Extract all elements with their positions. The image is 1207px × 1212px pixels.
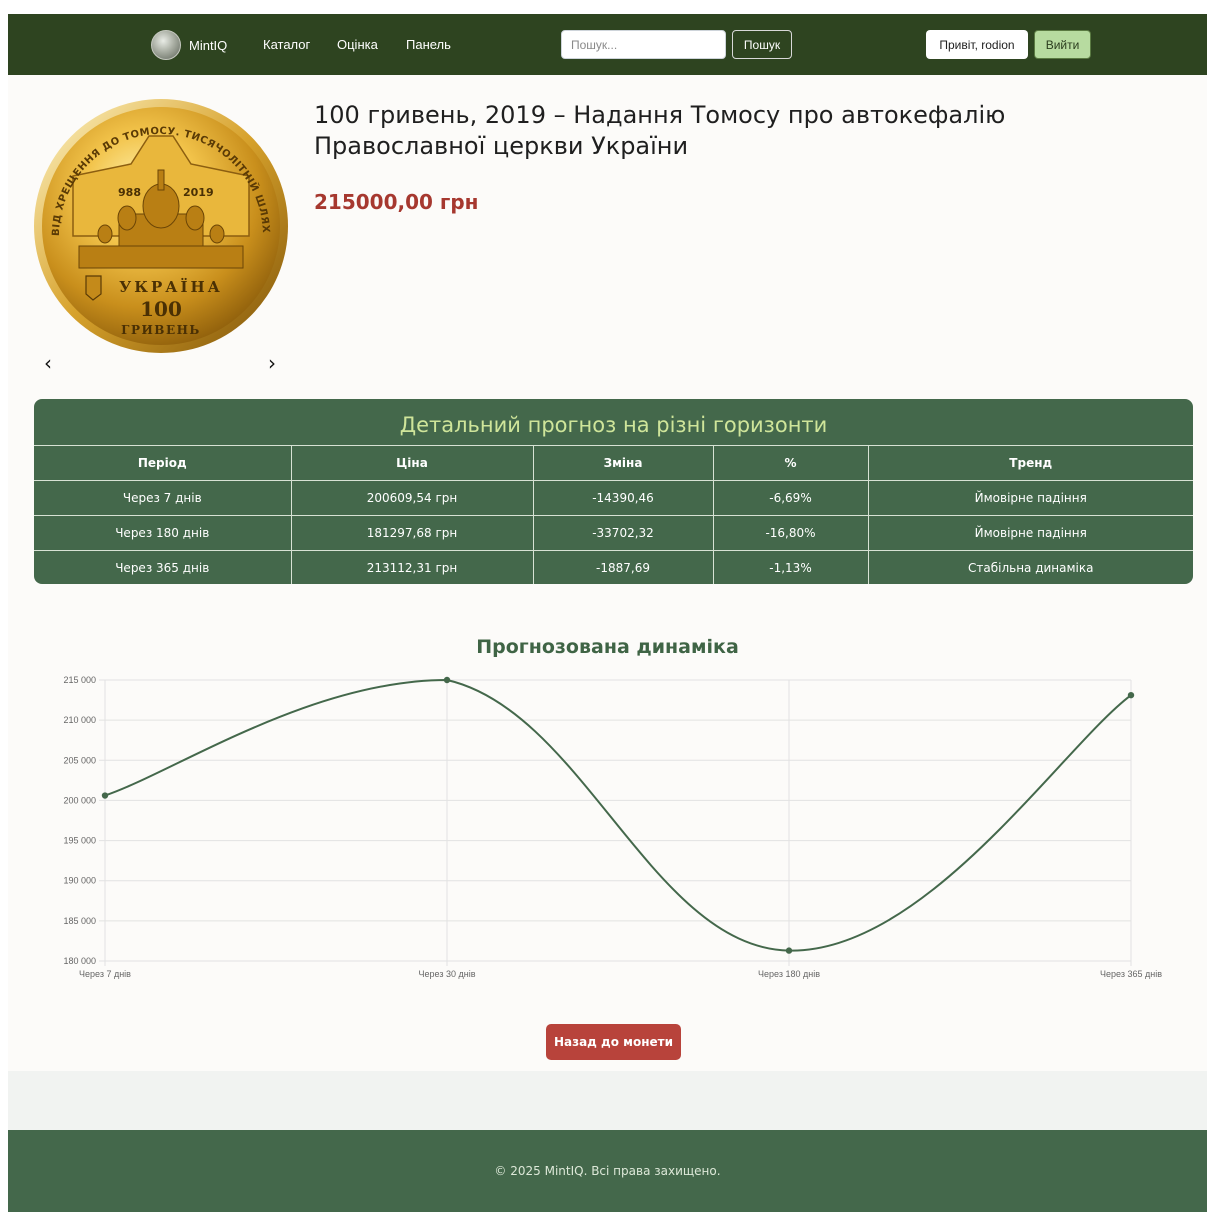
y-tick-label: 185 000 (63, 916, 96, 926)
carousel-next-icon[interactable]: › (268, 351, 276, 375)
product-title: 100 гривень, 2019 – Надання Томосу про а… (314, 101, 1006, 160)
coin-illustration: ВІД ХРЕЩЕННЯ ДО ТОМОСУ. ТИСЯЧОЛІТНІЙ ШЛЯ… (26, 85, 288, 353)
coin-currency: ГРИВЕНЬ (121, 323, 201, 337)
cell-period: Через 180 днів (34, 515, 292, 551)
x-tick-label: Через 180 днів (758, 969, 820, 979)
header-change: Зміна (532, 445, 714, 481)
nav-link-evaluation[interactable]: Оцінка (337, 37, 378, 52)
cell-trend: Ймовірне падіння (867, 480, 1193, 516)
table-row: Через 7 днів 200609,54 грн -14390,46 -6,… (34, 480, 1193, 516)
header-percent: % (712, 445, 869, 481)
forecast-title: Детальний прогноз на різні горизонти (399, 413, 828, 437)
search-button[interactable]: Пошук (732, 30, 792, 59)
header-price: Ціна (290, 445, 534, 481)
header-trend: Тренд (867, 445, 1193, 481)
brand[interactable]: MintIQ (151, 30, 227, 60)
nav-link-catalog[interactable]: Каталог (263, 37, 310, 52)
coin-country: УКРАЇНА (119, 277, 223, 296)
cell-change: -33702,32 (532, 515, 714, 551)
y-tick-label: 190 000 (63, 876, 96, 886)
search-input[interactable] (561, 30, 726, 59)
cell-period: Через 7 днів (34, 480, 292, 516)
product-price: 215000,00 грн (314, 190, 479, 214)
logout-button[interactable]: Вийти (1034, 30, 1091, 59)
cell-percent: -6,69% (712, 480, 869, 516)
y-tick-label: 180 000 (63, 956, 96, 966)
cell-trend: Ймовірне падіння (867, 515, 1193, 551)
coin-denomination: 100 (140, 297, 182, 321)
coin-year-right: 2019 (183, 186, 214, 199)
cell-price: 200609,54 грн (290, 480, 534, 516)
coin-year-left: 988 (118, 186, 141, 199)
page-spacer (8, 1071, 1207, 1130)
y-tick-label: 200 000 (63, 795, 96, 805)
nav-link-dashboard[interactable]: Панель (406, 37, 451, 52)
footer-copyright: © 2025 MintIQ. Всі права захищено. (494, 1164, 721, 1178)
brand-name: MintIQ (189, 37, 228, 53)
user-greeting-button[interactable]: Привіт, rodion (926, 30, 1028, 59)
y-tick-label: 205 000 (63, 755, 96, 765)
data-point (443, 676, 451, 684)
data-point (1127, 691, 1135, 699)
cell-price: 213112,31 грн (290, 550, 534, 584)
carousel-prev-icon[interactable]: ‹ (44, 351, 52, 375)
table-row: Через 365 днів 213112,31 грн -1887,69 -1… (34, 550, 1193, 584)
chart-title: Прогнозована динаміка (476, 636, 739, 658)
page: MintIQ Каталог Оцінка Панель Пошук Приві… (8, 14, 1207, 1212)
navbar: MintIQ Каталог Оцінка Панель Пошук Приві… (8, 14, 1207, 75)
forecast-table: Період Ціна Зміна % Тренд Через 7 днів 2… (34, 445, 1193, 584)
y-tick-label: 195 000 (63, 836, 96, 846)
cell-change: -1887,69 (532, 550, 714, 584)
data-point (785, 947, 793, 954)
cell-change: -14390,46 (532, 480, 714, 516)
cell-trend: Стабільна динаміка (867, 550, 1193, 584)
y-tick-label: 215 000 (63, 675, 96, 685)
back-to-coin-button[interactable]: Назад до монети (546, 1024, 681, 1060)
coin-image: ВІД ХРЕЩЕННЯ ДО ТОМОСУ. ТИСЯЧОЛІТНІЙ ШЛЯ… (26, 85, 291, 356)
data-point (101, 792, 109, 799)
brand-logo-icon (151, 30, 181, 60)
y-tick-label: 210 000 (63, 715, 96, 725)
forecast-card: Детальний прогноз на різні горизонти Пер… (34, 399, 1193, 584)
footer: © 2025 MintIQ. Всі права захищено. (8, 1130, 1207, 1212)
cell-percent: -1,13% (712, 550, 869, 584)
header-period: Період (34, 445, 292, 481)
table-row: Через 180 днів 181297,68 грн -33702,32 -… (34, 515, 1193, 551)
table-header-row: Період Ціна Зміна % Тренд (34, 445, 1193, 481)
x-tick-label: Через 365 днів (1100, 969, 1162, 979)
cell-price: 181297,68 грн (290, 515, 534, 551)
x-tick-label: Через 30 днів (419, 969, 476, 979)
forecast-chart: 180 000 185 000 190 000 195 000 200 000 205 0… (63, 675, 1162, 979)
trident-icon (85, 275, 102, 301)
cell-period: Через 365 днів (34, 550, 292, 584)
x-tick-label: Через 7 днів (79, 969, 131, 979)
cell-percent: -16,80% (712, 515, 869, 551)
